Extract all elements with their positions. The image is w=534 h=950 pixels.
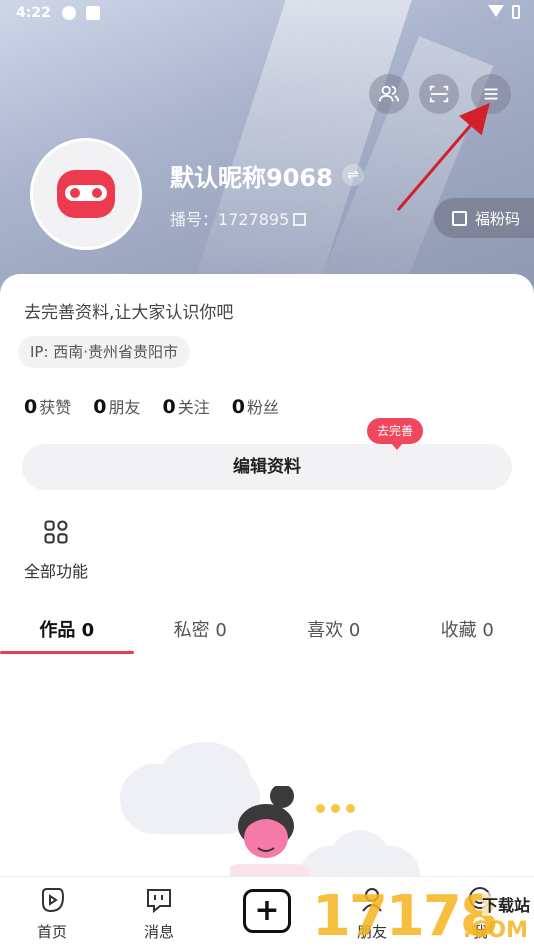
message-icon (147, 889, 171, 914)
battery-icon (512, 5, 520, 19)
stat-friends[interactable]: 0 朋友 (93, 394, 140, 418)
loading-dots (316, 804, 355, 813)
nickname[interactable]: 默认昵称9068 (170, 158, 333, 193)
site-watermark: 17178 下载站 .COM (312, 884, 534, 950)
nav-home-label: 首页 (36, 923, 67, 941)
qr-code-icon (293, 213, 307, 226)
fan-code-button[interactable]: 福粉码 (434, 198, 534, 238)
profile-stats: 0 获赞 0 朋友 0 关注 0 粉丝 (24, 394, 279, 418)
all-functions-label: 全部功能 (23, 562, 88, 581)
ip-location-badge: IP: 西南·贵州省贵阳市 (18, 336, 191, 368)
stat-following[interactable]: 0 关注 (163, 394, 210, 418)
menu-button[interactable] (471, 74, 511, 114)
add-post-button[interactable]: + (243, 889, 291, 933)
edit-profile-button[interactable]: 编辑资料 (22, 444, 512, 490)
nav-home[interactable]: 首页 (22, 885, 82, 942)
nav-messages-label: 消息 (143, 923, 174, 941)
friends-button[interactable] (369, 74, 409, 114)
complete-profile-tip[interactable]: 去完善 (367, 418, 424, 450)
nav-messages[interactable]: 消息 (129, 885, 189, 942)
bio-placeholder[interactable]: 去完善资料,让大家认识你吧 (24, 298, 233, 323)
switch-account-icon[interactable]: ⇌ (342, 164, 364, 186)
wifi-icon (488, 5, 504, 17)
home-play-icon (42, 888, 65, 913)
content-tabs: 作品 0 私密 0 喜欢 0 收藏 0 (0, 616, 534, 656)
qr-code-icon (452, 210, 467, 226)
tab-private[interactable]: 私密 0 (134, 616, 268, 656)
stat-likes[interactable]: 0 获赞 (24, 394, 71, 418)
scan-icon (429, 85, 449, 103)
fan-code-label: 福粉码 (475, 209, 521, 228)
default-avatar-icon (57, 170, 115, 218)
add-icon: + (254, 893, 280, 928)
scan-button[interactable] (419, 74, 459, 114)
status-bar: 4:22 (0, 0, 534, 28)
avatar[interactable] (30, 138, 142, 250)
watermark-domain: .COM (462, 918, 528, 943)
stat-followers[interactable]: 0 粉丝 (232, 394, 279, 418)
menu-icon (484, 88, 498, 100)
apps-grid-icon (44, 520, 68, 544)
account-id-label: 播号： (170, 210, 219, 229)
friends-icon (378, 85, 400, 102)
tab-works[interactable]: 作品 0 (0, 616, 134, 656)
app-notification-icon (62, 6, 76, 20)
all-functions-button[interactable]: 全部功能 (18, 518, 94, 582)
status-time: 4:22 (16, 5, 51, 21)
keyboard-notification-icon (86, 6, 100, 20)
account-id[interactable]: 播号：1727895 (170, 206, 307, 230)
tab-likes[interactable]: 喜欢 0 (267, 616, 401, 656)
account-id-value: 1727895 (218, 210, 290, 229)
tab-favorites[interactable]: 收藏 0 (401, 616, 534, 656)
watermark-site: 下载站 (481, 892, 530, 916)
profile-card: 去完善资料,让大家认识你吧 IP: 西南·贵州省贵阳市 0 获赞 0 朋友 0 关注 … (0, 274, 534, 950)
